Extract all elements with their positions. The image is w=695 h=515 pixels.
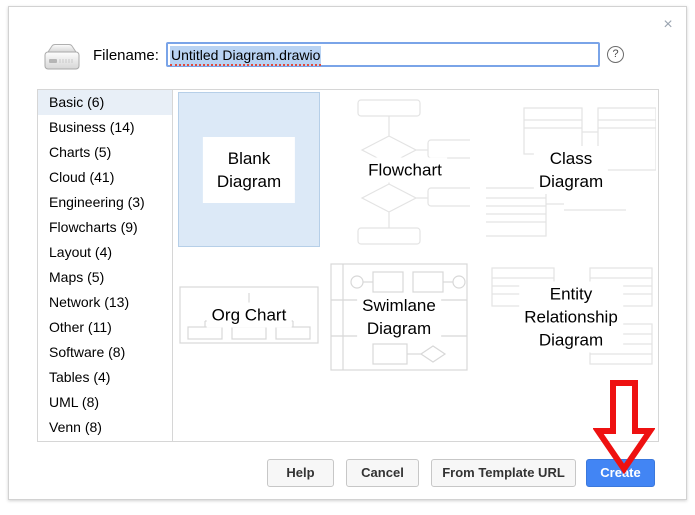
sidebar-item-engineering[interactable]: Engineering (3) (38, 190, 172, 215)
template-label-class-diagram: Class Diagram (533, 145, 609, 194)
template-tile-entity-relationship-diagram[interactable]: Entity Relationship Diagram (486, 262, 656, 372)
template-browser: Basic (6) Business (14) Charts (5) Cloud (4… (37, 89, 659, 442)
sidebar-item-business[interactable]: Business (14) (38, 115, 172, 140)
sidebar-item-other[interactable]: Other (11) (38, 315, 172, 340)
sidebar-item-cloud[interactable]: Cloud (41) (38, 165, 172, 190)
dialog-footer: Help Cancel From Template URL Create (9, 447, 688, 487)
template-label-org-chart: Org Chart (206, 302, 292, 328)
template-tile-org-chart[interactable]: Org Chart (178, 285, 320, 345)
template-grid: Blank Diagram Flowchart Class Diagram Org Cha… (174, 90, 658, 441)
cancel-button[interactable]: Cancel (346, 459, 419, 487)
sidebar-item-maps[interactable]: Maps (5) (38, 265, 172, 290)
sidebar-item-flowcharts[interactable]: Flowcharts (9) (38, 215, 172, 240)
sidebar-item-uml[interactable]: UML (8) (38, 390, 172, 415)
template-tile-class-diagram[interactable]: Class Diagram (486, 92, 656, 247)
sidebar-item-charts[interactable]: Charts (5) (38, 140, 172, 165)
template-tile-blank-diagram[interactable]: Blank Diagram (178, 92, 320, 247)
close-icon[interactable]: × (658, 15, 678, 35)
filename-input[interactable] (166, 42, 600, 67)
help-circle-icon[interactable]: ? (607, 46, 624, 63)
sidebar-item-tables[interactable]: Tables (4) (38, 365, 172, 390)
template-tile-flowchart[interactable]: Flowchart (340, 92, 470, 247)
sidebar-item-network[interactable]: Network (13) (38, 290, 172, 315)
filename-label: Filename: (93, 47, 159, 64)
category-sidebar[interactable]: Basic (6) Business (14) Charts (5) Cloud (4… (38, 90, 173, 441)
sidebar-item-layout[interactable]: Layout (4) (38, 240, 172, 265)
sidebar-item-software[interactable]: Software (8) (38, 340, 172, 365)
sidebar-item-basic[interactable]: Basic (6) (38, 90, 172, 115)
create-button[interactable]: Create (586, 459, 655, 487)
from-template-url-button[interactable]: From Template URL (431, 459, 576, 487)
sidebar-item-venn[interactable]: Venn (8) (38, 415, 172, 440)
template-tile-swimlane-diagram[interactable]: Swimlane Diagram (329, 262, 469, 372)
template-label-swimlane-diagram: Swimlane Diagram (357, 293, 441, 341)
template-label-entity-relationship-diagram: Entity Relationship Diagram (519, 281, 623, 353)
filename-header: Filename: Untitled Diagram.drawio ? (9, 37, 688, 83)
help-button[interactable]: Help (267, 459, 334, 487)
new-diagram-dialog: × Filename: Untitled Diagram.drawio ? Ba… (8, 6, 687, 500)
template-label-flowchart: Flowchart (363, 157, 447, 182)
hard-disk-icon (44, 44, 80, 70)
template-label-blank-diagram: Blank Diagram (202, 136, 296, 203)
